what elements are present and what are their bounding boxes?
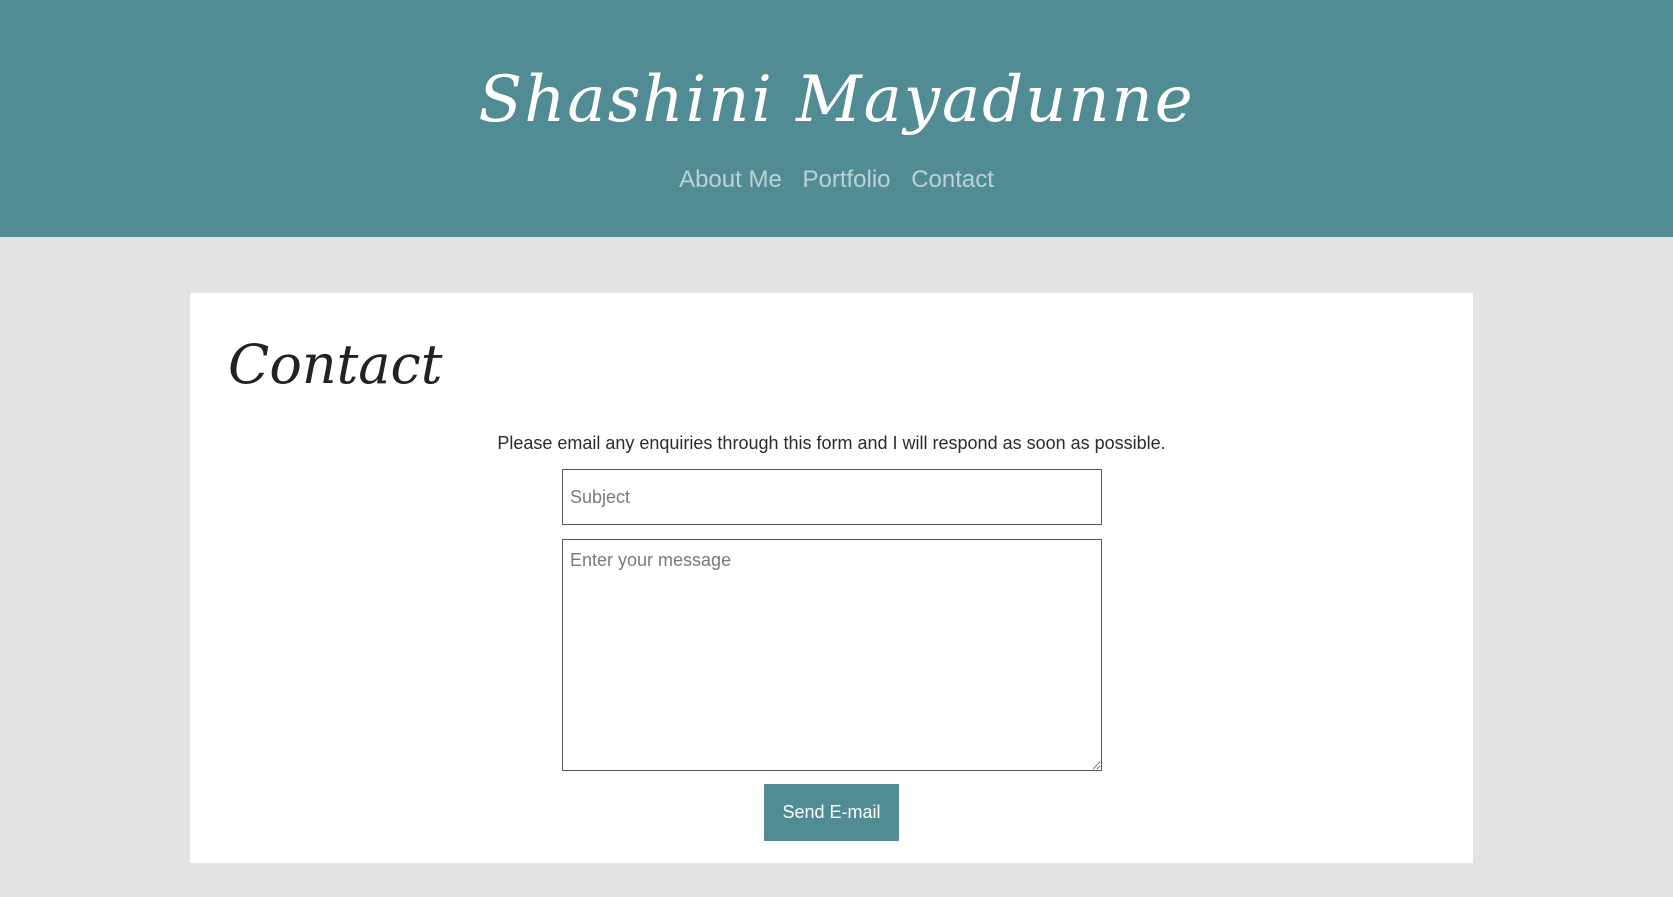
site-title: Shashini Mayadunne [478, 63, 1195, 137]
site-header: Shashini Mayadunne About Me Portfolio Co… [0, 0, 1673, 237]
message-textarea[interactable] [562, 539, 1102, 771]
main-nav: About Me Portfolio Contact [0, 160, 1673, 200]
subject-input[interactable] [562, 469, 1102, 525]
nav-link-about-me[interactable]: About Me [679, 166, 782, 193]
page-title: Contact [228, 333, 443, 396]
nav-link-portfolio[interactable]: Portfolio [802, 166, 890, 193]
contact-card: Contact Please email any enquiries throu… [190, 293, 1473, 863]
send-email-button[interactable]: Send E-mail [764, 784, 899, 841]
contact-intro-text: Please email any enquiries through this … [497, 433, 1166, 453]
nav-link-contact[interactable]: Contact [911, 166, 994, 193]
